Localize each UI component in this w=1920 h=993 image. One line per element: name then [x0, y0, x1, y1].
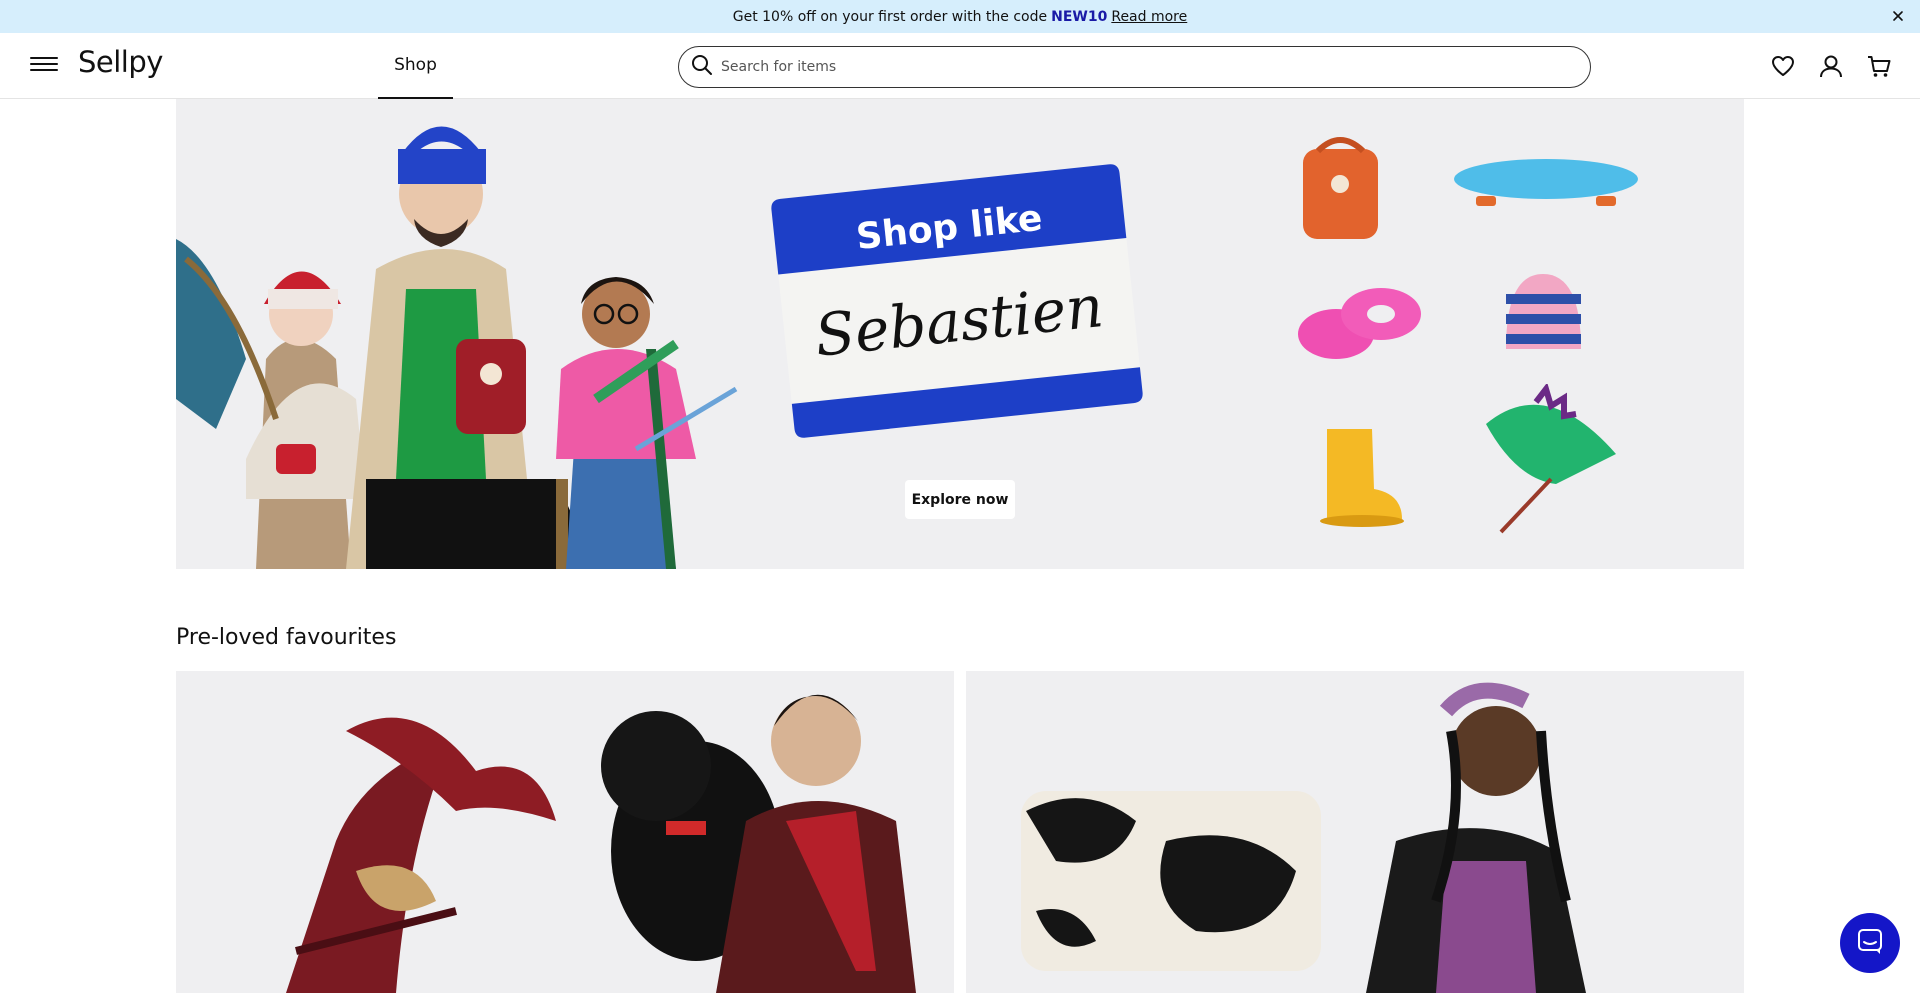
site-header: Sellpy Shop — [0, 33, 1920, 99]
skateboard-image — [1454, 159, 1638, 206]
shop-like-sebastien-sticker: Shop like Sebastien — [771, 164, 1143, 438]
search-icon — [691, 54, 713, 80]
announcement-text: Get 10% off on your first order with the… — [732, 8, 1048, 25]
yellow-boot-image — [1320, 429, 1404, 527]
favourite-card-bag[interactable] — [966, 671, 1744, 993]
hamburger-menu-icon[interactable] — [30, 53, 58, 79]
cart-icon[interactable] — [1866, 53, 1892, 79]
hero-people-image — [176, 126, 738, 569]
section-title: Pre-loved favourites — [176, 625, 397, 650]
cow-bag-woman-image — [1021, 682, 1586, 993]
favourite-card-scarf[interactable] — [176, 671, 954, 993]
striped-beanie-image — [1506, 274, 1581, 349]
close-icon[interactable] — [1890, 8, 1906, 24]
dino-umbrella-image — [1486, 384, 1616, 534]
explore-now-button[interactable]: Explore now — [905, 480, 1015, 519]
hero-banner[interactable]: Shop like Sebastien Explore now — [176, 99, 1744, 569]
chat-icon — [1856, 927, 1884, 959]
pink-tape-image — [1298, 288, 1421, 359]
read-more-link[interactable]: Read more — [1111, 9, 1187, 25]
heart-icon[interactable] — [1770, 53, 1796, 79]
scarf-man-dog-image — [286, 694, 916, 993]
backpack-image — [1303, 137, 1378, 239]
announcement-bar: Get 10% off on your first order with the… — [0, 0, 1920, 33]
chat-support-button[interactable] — [1840, 913, 1900, 973]
discount-code: NEW10 — [1051, 8, 1108, 25]
sellpy-logo[interactable]: Sellpy — [78, 45, 163, 79]
search-bar[interactable] — [678, 46, 1591, 88]
search-input[interactable] — [721, 59, 1581, 75]
nav-tab-shop[interactable]: Shop — [378, 33, 453, 99]
account-icon[interactable] — [1818, 53, 1844, 79]
